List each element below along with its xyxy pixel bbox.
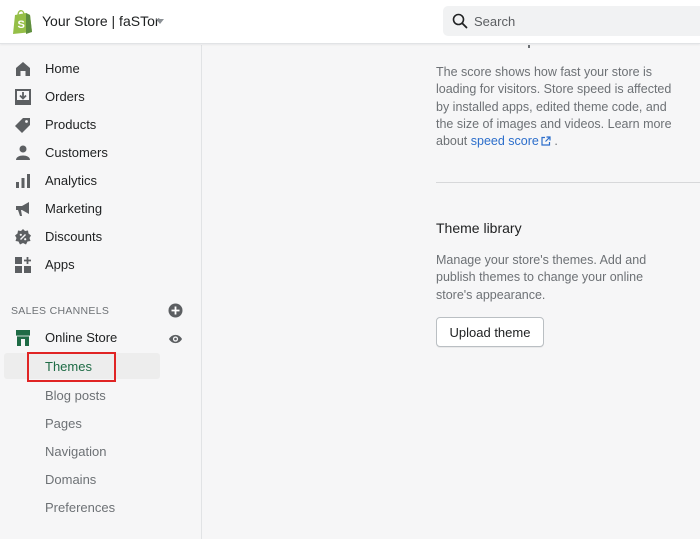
- sidebar-item-home[interactable]: Home: [0, 55, 200, 83]
- text-line: store's appearance.: [436, 287, 546, 302]
- sidebar-subitem-label: Blog posts: [45, 388, 106, 403]
- text-line: the size of images and videos. Learn mor…: [436, 116, 672, 131]
- apps-grid-icon: [15, 257, 31, 273]
- external-link-icon: [541, 136, 551, 146]
- sidebar-item-discounts[interactable]: Discounts: [0, 223, 200, 251]
- highlight-annotation: [27, 352, 116, 382]
- view-store-eye-icon[interactable]: [168, 332, 183, 346]
- add-sales-channel-icon[interactable]: [168, 303, 183, 318]
- sidebar-subitem-label: Preferences: [45, 500, 116, 515]
- link-text: speed score: [470, 134, 539, 149]
- sidebar-item-orders[interactable]: Orders: [0, 83, 200, 111]
- sidebar-item-products[interactable]: Products: [0, 111, 200, 139]
- sidebar-item-label: Orders: [45, 89, 85, 104]
- search-placeholder: Search: [474, 14, 516, 29]
- text-line: by installed apps, edited theme code, an…: [436, 99, 667, 114]
- sidebar-subitem-blog-posts[interactable]: Blog posts: [0, 382, 200, 408]
- search-input[interactable]: Search: [443, 6, 700, 36]
- search-icon: [452, 13, 468, 29]
- text-fragment: .: [550, 134, 558, 149]
- sidebar-item-label: Apps: [45, 257, 75, 272]
- storefront-icon: [16, 330, 30, 346]
- theme-library-description: Manage your store's themes. Add and publ…: [436, 252, 698, 304]
- speed-score-link[interactable]: speed score: [471, 134, 551, 148]
- sidebar-item-analytics[interactable]: Analytics: [0, 167, 200, 195]
- sidebar-item-label: Home: [45, 61, 80, 76]
- sidebar-subitem-label: Navigation: [45, 444, 107, 459]
- sidebar-subitem-label: Domains: [45, 472, 97, 487]
- main-content: The score shows how fast your store is l…: [203, 45, 700, 539]
- sidebar-item-label: Marketing: [45, 201, 103, 216]
- text-line: loading for visitors. Store speed is aff…: [436, 82, 672, 97]
- sidebar-item-label: Online Store: [45, 330, 118, 345]
- sidebar-item-label: Discounts: [45, 229, 103, 244]
- sidebar-item-label: Products: [45, 117, 97, 132]
- text-line: about speed score .: [436, 133, 698, 150]
- bar-chart-icon: [16, 174, 30, 188]
- text-line: Manage your store's themes. Add and: [436, 253, 647, 267]
- megaphone-icon: [16, 202, 29, 216]
- tag-icon: [15, 118, 30, 133]
- sidebar-item-apps[interactable]: Apps: [0, 251, 200, 279]
- discount-badge-icon: [15, 229, 31, 245]
- store-dropdown-caret-icon[interactable]: [156, 19, 164, 24]
- home-icon: [16, 62, 30, 76]
- person-icon: [16, 145, 30, 160]
- sidebar-item-customers[interactable]: Customers: [0, 139, 200, 167]
- sidebar-item-label: Customers: [45, 145, 108, 160]
- text-line: The score shows how fast your store is: [436, 65, 653, 79]
- sidebar-subitem-navigation[interactable]: Navigation: [0, 438, 200, 464]
- section-divider: [436, 182, 700, 183]
- shopify-logo-icon[interactable]: S: [11, 9, 33, 34]
- svg-text:S: S: [18, 19, 25, 31]
- orders-icon: [15, 89, 31, 105]
- scrolled-heading-fragment: [528, 45, 530, 48]
- sidebar-subitem-domains[interactable]: Domains: [0, 466, 200, 492]
- speed-score-description: The score shows how fast your store is l…: [436, 64, 698, 150]
- sales-channels-title: SALES CHANNELS: [11, 305, 110, 317]
- sidebar-item-label: Analytics: [45, 173, 98, 188]
- sidebar-subitem-pages[interactable]: Pages: [0, 410, 200, 436]
- text-fragment: about: [436, 134, 471, 149]
- store-name[interactable]: Your Store | faSTor: [42, 13, 160, 29]
- upload-theme-button[interactable]: Upload theme: [436, 317, 544, 347]
- text-line: publish themes to change your online: [436, 270, 644, 285]
- sidebar-item-marketing[interactable]: Marketing: [0, 195, 200, 223]
- sidebar: Home Orders Products Customers Analytics…: [0, 45, 202, 539]
- sidebar-subitem-label: Pages: [45, 416, 82, 431]
- sidebar-subitem-preferences[interactable]: Preferences: [0, 494, 200, 520]
- theme-library-title: Theme library: [436, 220, 522, 236]
- top-bar: S Your Store | faSTor Search: [0, 0, 700, 44]
